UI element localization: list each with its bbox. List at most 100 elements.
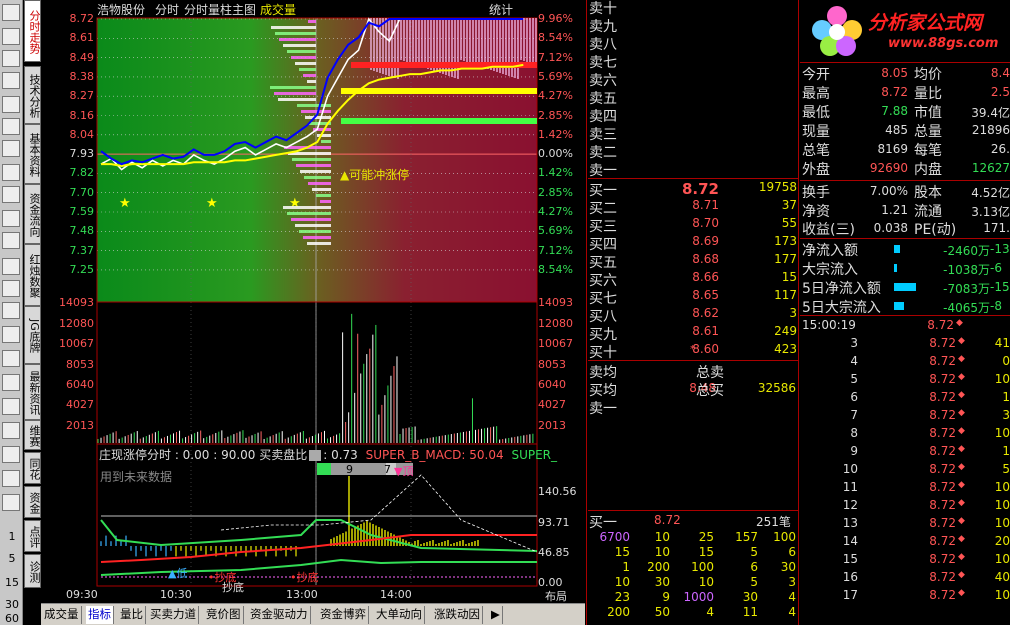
toolbar-icon-0[interactable]: [2, 4, 20, 21]
tick-volume: 20: [994, 534, 1010, 548]
super-label: SUPER_: [511, 448, 558, 462]
stat-key: 内盘: [914, 162, 942, 178]
tick-row: 9 8.72 ◆ 1: [802, 444, 1010, 462]
buy-level-row[interactable]: 买三 8.70 55: [589, 216, 799, 235]
toolbar-icon-3[interactable]: [2, 72, 20, 89]
toolbar-icon-7[interactable]: [2, 164, 20, 181]
stat-row: 今开 8.05 均价 8.4: [802, 64, 1010, 83]
price-tick-left: 7.25: [69, 262, 95, 276]
side-tab-9[interactable]: 资金: [24, 486, 41, 518]
bottom-tab-7[interactable]: 大单动向: [374, 606, 425, 624]
period-60[interactable]: 60: [2, 612, 22, 625]
stat-value: 2.5: [990, 85, 1010, 99]
logo-title: 分析家公式网: [868, 12, 983, 34]
intraday-chart[interactable]: ★ ★ ★: [41, 0, 588, 603]
queue-cell: 11: [742, 605, 758, 619]
stat-key: 流通: [914, 203, 942, 220]
toolbar-icon-13[interactable]: [2, 302, 20, 319]
tick-price: 8.72: [929, 336, 956, 350]
bottom-tab-8[interactable]: 涨跌动因: [432, 606, 483, 624]
side-tab-7[interactable]: 维赛: [24, 420, 41, 450]
period-5[interactable]: 5: [2, 552, 22, 565]
bottom-tab-2[interactable]: 量比: [118, 606, 146, 624]
side-tab-6[interactable]: 最新资讯: [24, 364, 41, 420]
toolbar-icon-6[interactable]: [2, 140, 20, 157]
layout-button[interactable]: 布局: [545, 588, 567, 604]
toolbar-icon-15[interactable]: [2, 350, 20, 367]
indicator-label: 庄现涨停分时 : 0.00 : 90.00 买卖盘比: [99, 448, 308, 462]
bottom-tab-3[interactable]: 买卖力道: [148, 606, 199, 624]
toolbar-icon-16[interactable]: [2, 374, 20, 391]
period-15[interactable]: 15: [2, 576, 22, 589]
price-tick-left: 8.49: [69, 50, 95, 64]
toolbar-icon-20[interactable]: [2, 470, 20, 487]
buy-level-label: 买三: [589, 219, 617, 235]
buy-level-row[interactable]: 买六 8.66 15: [589, 270, 799, 289]
buy-level-label: 买六: [589, 273, 617, 289]
toolbar-icon-4[interactable]: [2, 96, 20, 113]
toolbar-icon-9[interactable]: [2, 210, 20, 227]
price-tick-right: 5.69%: [538, 69, 573, 83]
side-tab-5[interactable]: JG底牌: [24, 306, 41, 364]
buy-level-row[interactable]: 买七 8.65 117: [589, 288, 799, 307]
mark-seven: 7: [384, 463, 391, 476]
price-tick-left: 8.72: [69, 12, 95, 25]
bottom-tab-6[interactable]: 资金博弈: [318, 606, 369, 624]
side-tab-10[interactable]: 点评: [24, 520, 41, 552]
toolbar-icon-5[interactable]: [2, 118, 20, 135]
tick-volume: 10: [994, 498, 1010, 512]
flow-value: -7083万: [943, 282, 990, 296]
volume-tick-right: 8053: [538, 358, 566, 371]
toolbar-icon-1[interactable]: [2, 28, 20, 45]
toolbar-icon-11[interactable]: [2, 258, 20, 275]
buy-level-row[interactable]: 买五 8.68 177: [589, 252, 799, 271]
queue-cell: 50: [654, 605, 670, 619]
tick-row: 8 8.72 ◆ 10: [802, 426, 1010, 444]
side-tab-0[interactable]: 分时走势: [24, 0, 41, 62]
vap-bar: [303, 236, 331, 239]
time-tick: 13:00: [286, 588, 318, 601]
bottom-tab-1[interactable]: 指标: [86, 606, 114, 624]
side-tab-3[interactable]: 资金流向: [24, 184, 41, 244]
side-tab-2[interactable]: 基本资料: [24, 124, 41, 184]
side-tab-1[interactable]: 技术分析: [24, 66, 41, 124]
toolbar-icon-8[interactable]: [2, 186, 20, 203]
sell-level-label: 卖一: [589, 163, 617, 179]
period-1[interactable]: 1: [2, 530, 22, 543]
time-tick: 14:00: [380, 588, 412, 601]
vap-bar: [292, 158, 331, 161]
bottom-tab-4[interactable]: 竞价图: [204, 606, 244, 624]
price-tick-left: 7.82: [69, 166, 95, 180]
side-tab-4[interactable]: 红烛数聚: [24, 244, 41, 306]
period-30[interactable]: 30: [2, 598, 22, 611]
buy-level-row[interactable]: 买八 8.62 3: [589, 306, 799, 325]
toolbar-icon-18[interactable]: [2, 422, 20, 439]
side-tab-8[interactable]: 同花: [24, 452, 41, 484]
toolbar-icon-10[interactable]: [2, 232, 20, 249]
total-sell-label: 总卖: [696, 365, 724, 381]
buy-level-price: 8.61: [692, 324, 719, 338]
buy-level-row[interactable]: 买一 8.72 19758: [589, 180, 799, 199]
bottom-tab-0[interactable]: 成交量: [42, 606, 82, 624]
toolbar-icon-14[interactable]: [2, 326, 20, 343]
toolbar-icon-21[interactable]: [2, 494, 20, 511]
vap-bar: [299, 230, 331, 233]
side-tab-11[interactable]: 诊测: [24, 554, 41, 588]
buy-level-row[interactable]: 买四 8.69 173: [589, 234, 799, 253]
stat-key: 总笔: [802, 143, 830, 159]
stat-value: 26.: [990, 142, 1010, 156]
stat-row: 现量 485 总量 21896: [802, 121, 1010, 140]
flow-extra: -6: [990, 261, 1002, 275]
toolbar-icon-19[interactable]: [2, 446, 20, 463]
buy-level-row[interactable]: 买九 8.61 249: [589, 324, 799, 343]
toolbar-icon-17[interactable]: [2, 398, 20, 415]
vap-bar: [299, 68, 316, 71]
bottom-tab-more[interactable]: ▶: [489, 606, 503, 624]
toolbar-icon-12[interactable]: [2, 280, 20, 297]
bottom-tab-5[interactable]: 资金驱动力: [248, 606, 311, 624]
mark-top: ▼顶: [394, 465, 414, 478]
indicator-tick: 46.85: [538, 546, 570, 559]
buy-level-row[interactable]: 买二 8.71 37: [589, 198, 799, 217]
toolbar-icon-2[interactable]: [2, 50, 20, 67]
stat-row: 收益(三) 0.038 PE(动) 171.: [802, 219, 1010, 238]
